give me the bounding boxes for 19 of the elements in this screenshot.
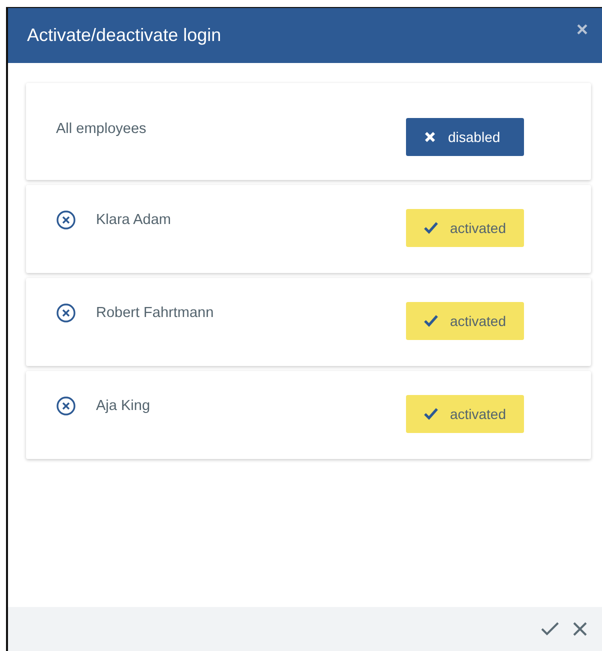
status-button[interactable]: activated	[406, 302, 524, 340]
employee-name: All employees	[56, 120, 146, 139]
employee-name: Klara Adam	[96, 211, 171, 230]
status-button[interactable]: activated	[406, 395, 524, 433]
cancel-button[interactable]	[572, 621, 588, 637]
dialog-title: Activate/deactivate login	[27, 24, 222, 47]
check-icon	[424, 222, 438, 234]
confirm-button[interactable]	[540, 621, 560, 637]
check-icon	[424, 408, 438, 420]
close-button[interactable]: ×	[576, 20, 588, 40]
remove-icon[interactable]	[56, 210, 76, 230]
status-button[interactable]: disabled	[406, 118, 524, 156]
status-button[interactable]: activated	[406, 209, 524, 247]
check-icon	[424, 315, 438, 327]
remove-icon[interactable]	[56, 303, 76, 323]
employee-name: Robert Fahrtmann	[96, 304, 214, 323]
cross-icon	[424, 131, 436, 143]
employee-name: Aja King	[96, 397, 150, 416]
remove-icon[interactable]	[56, 396, 76, 416]
